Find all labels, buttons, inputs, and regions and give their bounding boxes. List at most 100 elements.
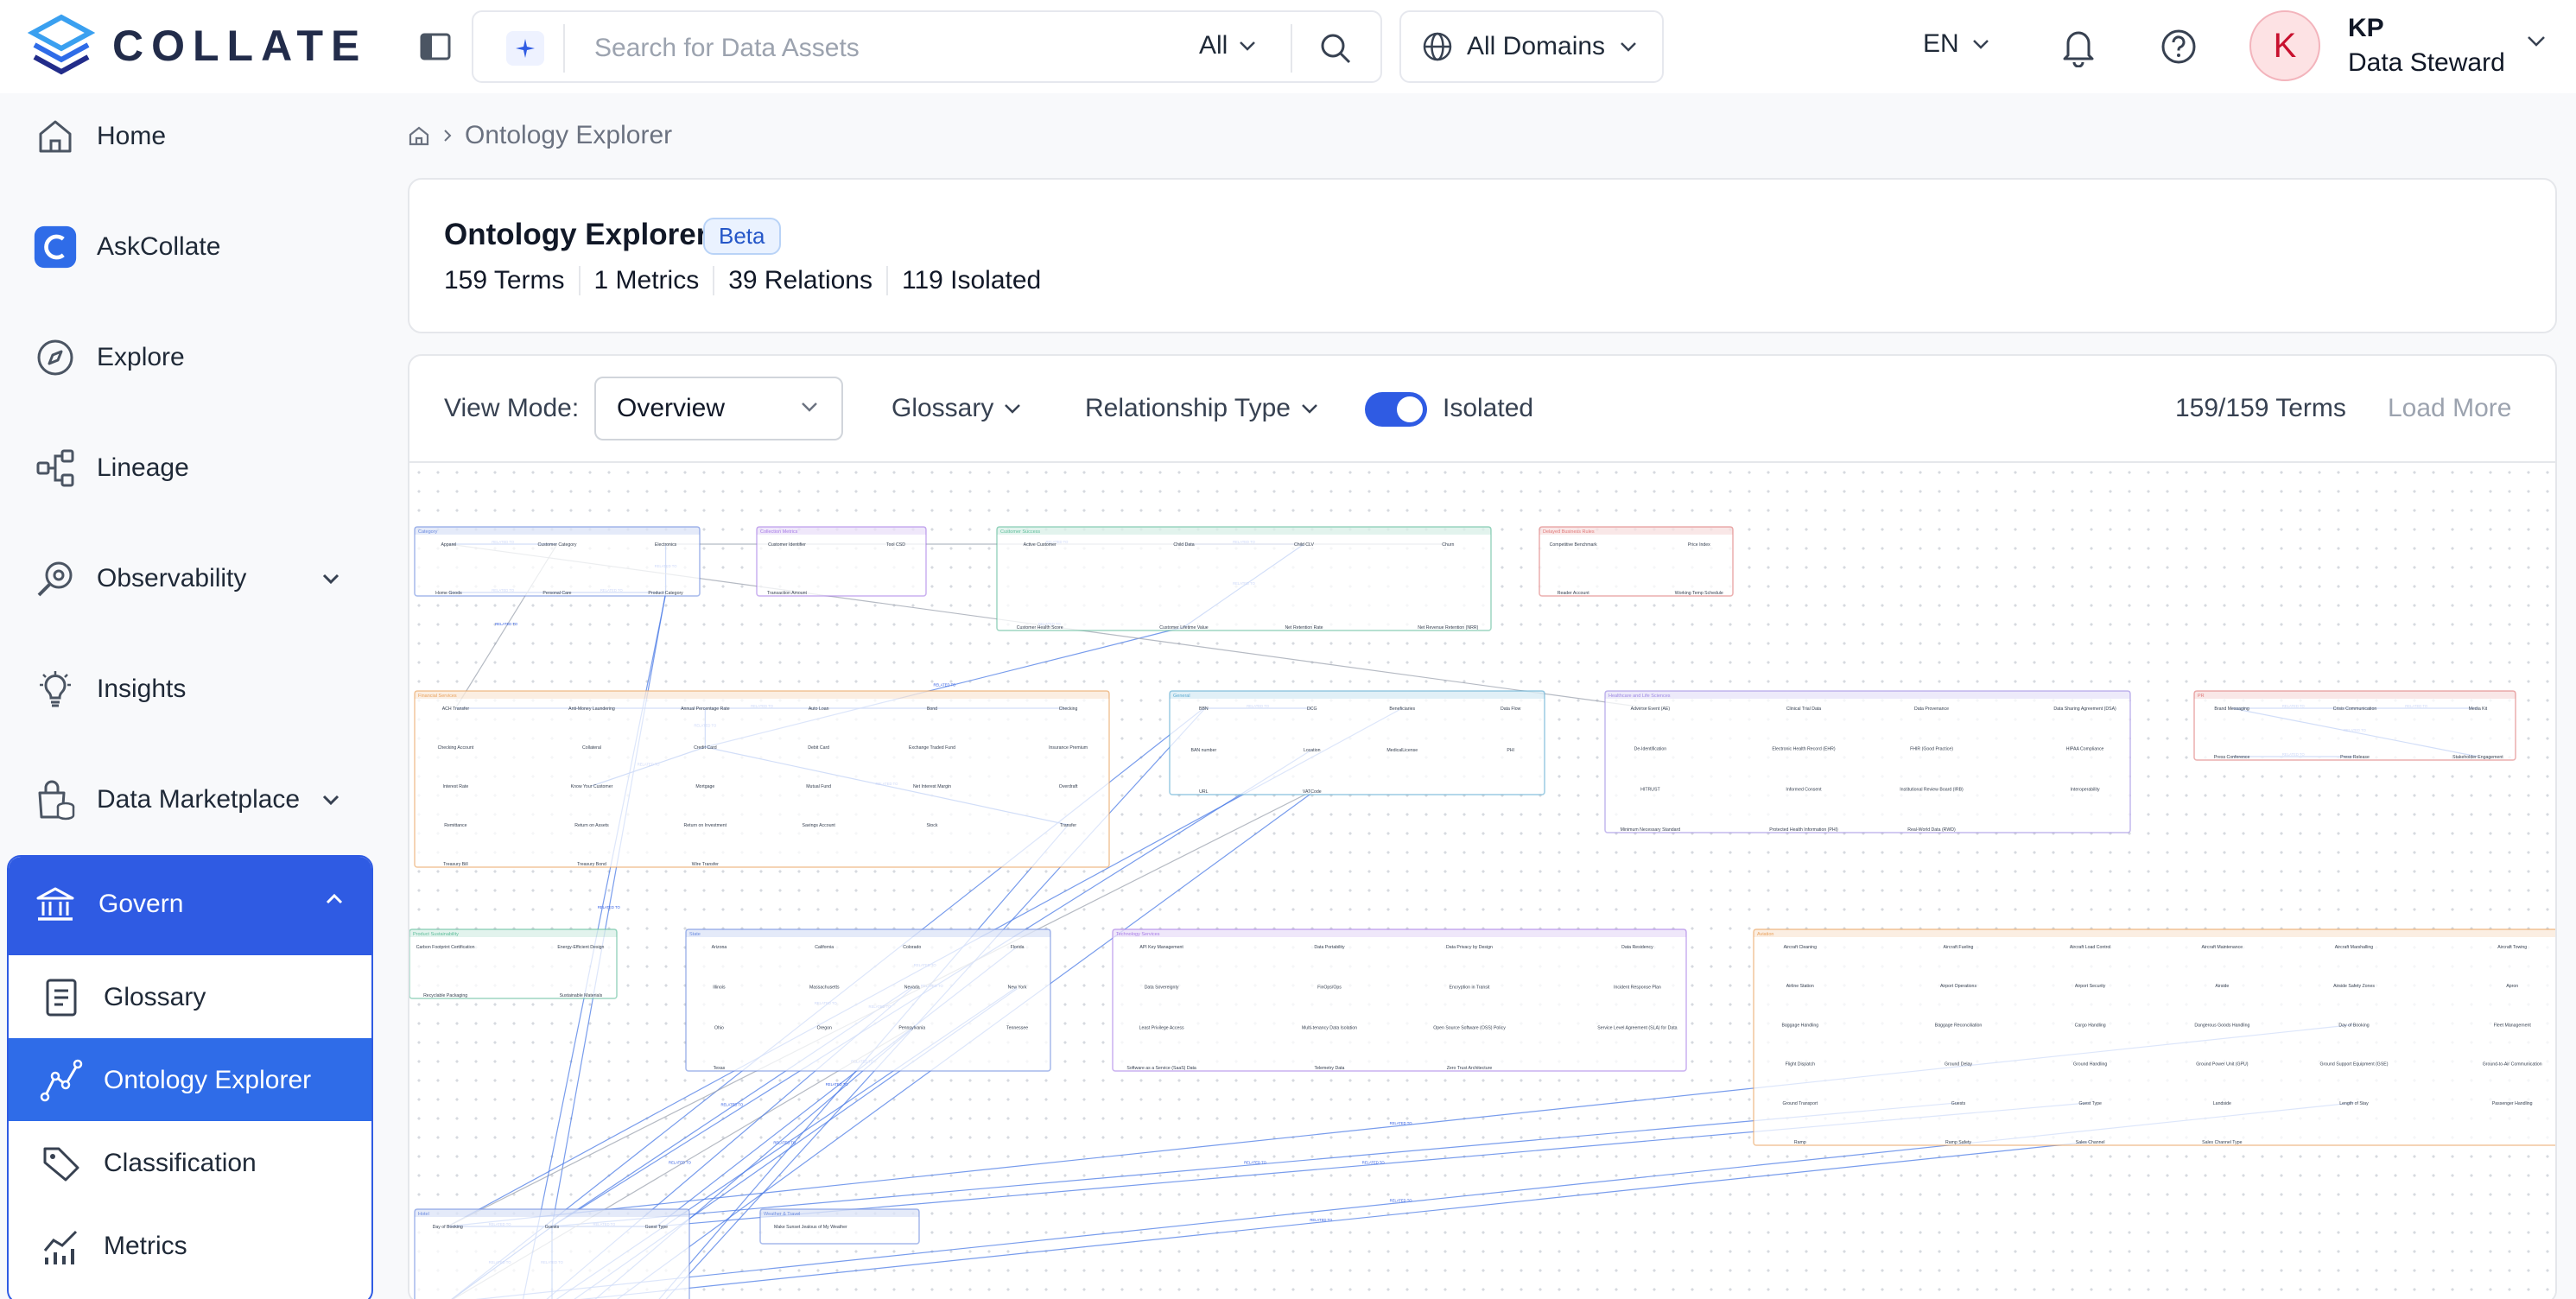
term-node[interactable]: Florida <box>1011 945 1025 950</box>
term-node[interactable]: California <box>815 945 834 950</box>
ai-sparkle-icon[interactable] <box>506 31 544 66</box>
term-node[interactable]: Transfer <box>1060 823 1076 828</box>
term-node[interactable]: Electronic Health Record (EHR) <box>1772 747 1835 752</box>
notification-bell-icon[interactable] <box>2059 26 2097 67</box>
help-icon[interactable] <box>2160 28 2198 66</box>
term-node[interactable]: Crisis Communication <box>2333 707 2377 712</box>
relationship-edge[interactable] <box>551 592 667 1227</box>
term-node[interactable]: Checking Account <box>438 745 474 751</box>
term-node[interactable]: Texas <box>714 1066 726 1071</box>
term-node[interactable]: Press Conference <box>2214 755 2250 760</box>
term-node[interactable]: Price Index <box>1688 542 1710 548</box>
term-node[interactable]: Customer Identifier <box>768 542 806 548</box>
search-input[interactable] <box>594 28 1147 69</box>
term-node[interactable]: Customer Category <box>538 542 577 548</box>
term-node[interactable]: Institutional Review Board (IRB) <box>1900 787 1964 792</box>
isolated-toggle[interactable] <box>1365 392 1427 427</box>
term-node[interactable]: Return on Investment <box>684 823 727 828</box>
term-node[interactable]: Mutual Fund <box>806 784 831 789</box>
collate-logo[interactable]: COLLATE <box>28 12 367 79</box>
term-node[interactable]: Guests <box>545 1225 560 1230</box>
term-node[interactable]: New York <box>1008 985 1027 991</box>
term-node[interactable]: Airport Security <box>2075 984 2106 989</box>
term-node[interactable]: Length of Stay <box>2339 1101 2369 1106</box>
term-node[interactable]: Data Sovereignty <box>1145 985 1179 991</box>
avatar[interactable]: K <box>2249 10 2320 81</box>
term-node[interactable]: Oregon <box>817 1025 832 1030</box>
term-node[interactable]: Massachusetts <box>809 985 840 991</box>
term-node[interactable]: PHI <box>1507 748 1514 753</box>
term-node[interactable]: Ramp Safety <box>1945 1140 1971 1145</box>
term-node[interactable]: Customer Lifetime Value <box>1159 625 1209 630</box>
sidebar-item-lineage[interactable]: Lineage <box>0 425 380 511</box>
term-node[interactable]: Net Interest Margin <box>913 784 951 789</box>
term-node[interactable]: Child Data <box>1173 542 1194 548</box>
term-node[interactable]: Ohio <box>714 1025 724 1030</box>
term-node[interactable]: Remittance <box>444 823 466 828</box>
term-node[interactable]: Carbon Footprint Certification <box>416 945 475 950</box>
term-node[interactable]: Day of Booking <box>433 1225 463 1230</box>
glossary-group[interactable]: Technology Services API Key Management Dat… <box>1112 928 1687 1072</box>
glossary-group[interactable]: Category Apparel Customer Category Electron… <box>414 526 701 597</box>
term-node[interactable]: Mortgage <box>695 784 714 789</box>
term-node[interactable]: Service Level Agreement (SLA) for Data <box>1597 1025 1677 1030</box>
term-node[interactable]: Pennsylvania <box>898 1025 925 1030</box>
term-node[interactable]: Apron <box>2506 984 2518 989</box>
term-node[interactable]: Baggage Reconciliation <box>1935 1023 1983 1028</box>
home-icon[interactable] <box>408 124 430 147</box>
term-node[interactable]: Guests <box>1951 1101 1966 1106</box>
term-node[interactable]: Bond <box>927 707 937 712</box>
term-node[interactable]: Airport Operations <box>1940 984 1977 989</box>
term-node[interactable]: Checking <box>1059 707 1078 712</box>
term-node[interactable]: Real-World Data (RWD) <box>1907 827 1956 833</box>
term-node[interactable]: HIPAA Compliance <box>2066 747 2104 752</box>
term-node[interactable]: Return on Assets <box>574 823 609 828</box>
sidebar-item-classification[interactable]: Classification <box>9 1121 371 1204</box>
term-node[interactable]: Dangerous Goods Handling <box>2194 1023 2249 1028</box>
term-node[interactable]: Data Provenance <box>1914 707 1949 712</box>
term-node[interactable]: Child CLV <box>1294 542 1315 548</box>
glossary-group[interactable]: PR Brand Messaging Crisis Communication Med… <box>2193 690 2516 761</box>
term-node[interactable]: Minimum Necessary Standard <box>1621 827 1681 833</box>
term-node[interactable]: Tennessee <box>1006 1025 1028 1030</box>
term-node[interactable]: Passenger Handling <box>2492 1101 2533 1106</box>
glossary-group[interactable]: Product Sustainability Carbon Footprint C… <box>409 928 618 999</box>
term-node[interactable]: Insurance Premium <box>1049 745 1088 751</box>
sidebar-item-explore[interactable]: Explore <box>0 314 380 401</box>
sidebar-item-insights[interactable]: Insights <box>0 646 380 732</box>
term-node[interactable]: Encryption in Transit <box>1450 985 1491 991</box>
term-node[interactable]: Ground Support Equipment (GSE) <box>2319 1062 2388 1068</box>
term-node[interactable]: Adverse Event (AE) <box>1631 707 1671 712</box>
glossary-group[interactable]: Delayed Business Rules Competitive Benchm… <box>1539 526 1734 597</box>
chevron-down-icon[interactable] <box>2526 35 2547 48</box>
term-node[interactable]: Energy-Efficient Design <box>557 945 604 950</box>
term-node[interactable]: Landside <box>2213 1101 2231 1106</box>
glossary-group[interactable]: Weather & Travel Make Sunset Jealous of M… <box>759 1208 920 1245</box>
term-node[interactable]: Location <box>1304 748 1321 753</box>
term-node[interactable]: Churn <box>1442 542 1454 548</box>
term-node[interactable]: Net Revenue Retention (NRR) <box>1418 625 1478 630</box>
term-node[interactable]: Stakeholder Engagement <box>2452 755 2503 760</box>
term-node[interactable]: Open Source Software (OSS) Policy <box>1433 1025 1506 1030</box>
term-node[interactable]: Treasury Bond <box>577 862 606 867</box>
term-node[interactable]: Clinical Trial Data <box>1786 707 1821 712</box>
glossary-group[interactable]: State Arizona California Colorado Florida Ill… <box>685 928 1051 1072</box>
term-node[interactable]: Apparel <box>441 542 456 548</box>
term-node[interactable]: Day of Booking <box>2338 1023 2369 1028</box>
sidebar-item-data-marketplace[interactable]: Data Marketplace <box>0 757 380 843</box>
term-node[interactable]: Treasury Bill <box>443 862 468 867</box>
term-node[interactable]: Airside Safety Zones <box>2333 984 2375 989</box>
term-node[interactable]: Protected Health Information (PHI) <box>1769 827 1838 833</box>
term-node[interactable]: Auto Loan <box>809 707 829 712</box>
ontology-graph[interactable]: RELATED TO RELATED TO RELATED TO RELATED TO… <box>409 463 2557 1299</box>
term-node[interactable]: Airside <box>2215 984 2229 989</box>
glossary-filter-dropdown[interactable]: Glossary <box>891 394 1021 423</box>
term-node[interactable]: Ground Transport <box>1782 1101 1818 1106</box>
term-node[interactable]: Fleet Management <box>2494 1023 2532 1028</box>
term-node[interactable]: Make Sunset Jealous of My Weather <box>774 1225 847 1230</box>
term-node[interactable]: Ground-to-Air Communication <box>2483 1062 2542 1068</box>
glossary-group[interactable]: Aviation Aircraft Cleaning Aircraft Fuelin… <box>1753 928 2557 1146</box>
sidebar-toggle-icon[interactable] <box>418 29 453 64</box>
term-node[interactable]: Guest Type <box>2078 1101 2102 1106</box>
term-node[interactable]: Sustainable Materials <box>560 993 603 998</box>
